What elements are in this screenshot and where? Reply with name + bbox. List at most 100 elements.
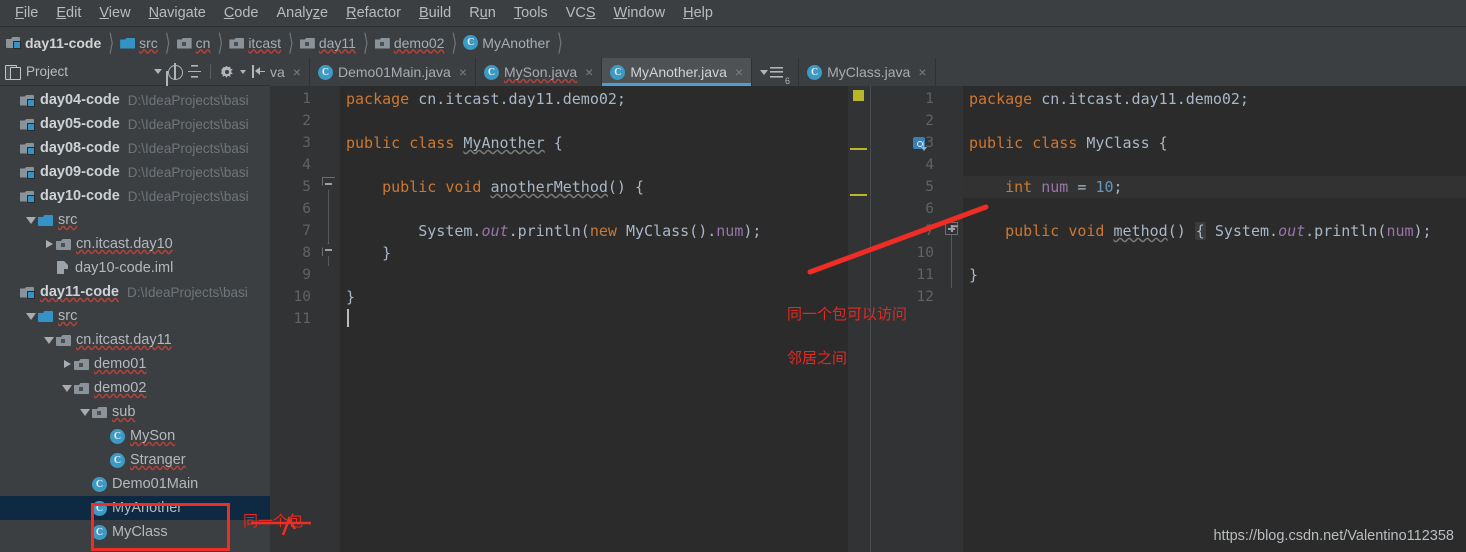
code-line[interactable]	[963, 286, 1466, 308]
tree-item--tranger[interactable]: Stranger	[0, 448, 270, 472]
folded-region[interactable]: {	[1194, 222, 1206, 240]
collapse-all-icon[interactable]	[187, 64, 202, 79]
locate-target-icon[interactable]	[167, 63, 183, 80]
menu-item-edit[interactable]: Edit	[47, 3, 90, 23]
tab-demo01main[interactable]: Demo01Main.java ×	[310, 58, 477, 86]
breadcrumb-item-day11-code[interactable]: day11-code	[6, 35, 101, 51]
editor-myanother[interactable]: 1 2 3 4 5 6 7 8 9 10 11 package cn.itcast.day11.de…	[270, 86, 870, 552]
breadcrumb-item-myanother[interactable]: MyAnother	[463, 35, 550, 51]
breadcrumb-item-src[interactable]: src	[120, 35, 158, 51]
code-line[interactable]: }	[340, 286, 848, 308]
code-line[interactable]	[963, 198, 1466, 220]
tab-overflow-button[interactable]: 6	[752, 58, 800, 86]
tab-myclass[interactable]: MyClass.java ×	[799, 58, 936, 86]
menu-item-navigate[interactable]: Navigate	[140, 3, 215, 23]
close-icon[interactable]: ×	[293, 64, 301, 80]
code-line[interactable]: public class MyClass {	[963, 132, 1466, 154]
tree-expand-arrow-icon[interactable]	[42, 237, 56, 251]
fold-collapse-end-icon[interactable]	[322, 243, 335, 256]
breadcrumb-item-day11[interactable]: day11	[300, 35, 356, 51]
code-line[interactable]: public class MyAnother {	[340, 132, 848, 154]
code-line[interactable]: System.out.println(new MyClass().num);	[340, 220, 848, 242]
tree-item-demo01[interactable]: demo01	[0, 352, 270, 376]
tree-expand-arrow-icon[interactable]	[60, 381, 74, 395]
tree-item--rc[interactable]: src	[0, 304, 270, 328]
menu-item-vcs[interactable]: VCS	[557, 3, 605, 23]
code-line[interactable]: public void method() { System.out.printl…	[963, 220, 1466, 242]
close-icon[interactable]: ×	[459, 64, 467, 80]
tree-item-demo02[interactable]: demo02	[0, 376, 270, 400]
tree-item-cn-itca-t-day10[interactable]: cn.itcast.day10	[0, 232, 270, 256]
settings-gear-icon[interactable]	[219, 64, 234, 79]
breadcrumb-item-demo02[interactable]: demo02	[375, 35, 444, 51]
tree-expand-arrow-icon[interactable]	[60, 357, 74, 371]
code-line[interactable]	[963, 242, 1466, 264]
menu-item-window[interactable]: Window	[605, 3, 675, 23]
code-line[interactable]	[340, 198, 848, 220]
code-area-right[interactable]: package cn.itcast.day11.demo02; public c…	[963, 86, 1466, 552]
tree-item-day10-code[interactable]: day10-code D:\IdeaProjects\basi	[0, 184, 270, 208]
code-line[interactable]	[963, 110, 1466, 132]
code-line[interactable]: package cn.itcast.day11.demo02;	[340, 88, 848, 110]
tree-item-myanother[interactable]: MyAnother	[0, 496, 270, 520]
tree-item-mycla--[interactable]: MyClass	[0, 520, 270, 544]
breadcrumb-item-itcast[interactable]: itcast	[229, 35, 281, 51]
code-line[interactable]: package cn.itcast.day11.demo02;	[963, 88, 1466, 110]
code-line[interactable]	[340, 308, 848, 330]
tree-item-demo01main[interactable]: Demo01Main	[0, 472, 270, 496]
code-line[interactable]: }	[963, 264, 1466, 286]
menu-item-help[interactable]: Help	[674, 3, 722, 23]
tree-item--rc[interactable]: src	[0, 208, 270, 232]
project-tree[interactable]: day04-code D:\IdeaProjects\basi day05-code…	[0, 86, 270, 552]
menu-item-refactor[interactable]: Refactor	[337, 3, 410, 23]
gear-chevron-icon[interactable]	[240, 69, 246, 74]
fold-expand-icon[interactable]	[945, 222, 958, 235]
menu-item-tools[interactable]: Tools	[505, 3, 557, 23]
fold-column-right[interactable]	[941, 86, 963, 552]
code-line[interactable]	[340, 264, 848, 286]
code-line[interactable]	[340, 110, 848, 132]
hide-panel-icon[interactable]	[251, 64, 266, 79]
menu-item-code[interactable]: Code	[215, 3, 268, 23]
tree-item-day11-code[interactable]: day11-code D:\IdeaProjects\basi	[0, 280, 270, 304]
fold-collapse-icon[interactable]	[322, 177, 335, 190]
menu-item-file[interactable]: File	[6, 3, 47, 23]
tab-myson[interactable]: MySon.java ×	[476, 58, 603, 86]
tree-item-cn-itca-t-day11[interactable]: cn.itcast.day11	[0, 328, 270, 352]
tree-item--ub[interactable]: sub	[0, 400, 270, 424]
overridden-member-icon[interactable]	[913, 137, 929, 151]
chevron-down-icon[interactable]	[154, 69, 162, 74]
code-line[interactable]: int num = 10;	[963, 176, 1466, 198]
tree-expand-arrow-icon[interactable]	[24, 213, 38, 227]
breadcrumb-item-cn[interactable]: cn	[177, 35, 210, 51]
code-line[interactable]: public void anotherMethod() {	[340, 176, 848, 198]
tree-expand-arrow-icon[interactable]	[24, 309, 38, 323]
code-line[interactable]	[963, 154, 1466, 176]
tree-item-day10-code-iml[interactable]: day10-code.iml	[0, 256, 270, 280]
code-line[interactable]	[340, 154, 848, 176]
close-icon[interactable]: ×	[918, 64, 926, 80]
close-icon[interactable]: ×	[735, 64, 743, 80]
tree-item-my-on[interactable]: MySon	[0, 424, 270, 448]
tree-item-day09-code[interactable]: day09-code D:\IdeaProjects\basi	[0, 160, 270, 184]
tree-item-day04-code[interactable]: day04-code D:\IdeaProjects\basi	[0, 88, 270, 112]
menu-item-analyze[interactable]: Analyze	[268, 3, 338, 23]
warning-marker-icon[interactable]	[853, 90, 864, 101]
close-icon[interactable]: ×	[585, 64, 593, 80]
tree-item-day08-code[interactable]: day08-code D:\IdeaProjects\basi	[0, 136, 270, 160]
tab-clipped[interactable]: va ×	[270, 58, 310, 86]
menu-item-build[interactable]: Build	[410, 3, 460, 23]
tree-expand-arrow-icon[interactable]	[78, 405, 92, 419]
tree-item-day05-code[interactable]: day05-code D:\IdeaProjects\basi	[0, 112, 270, 136]
tab-myanother[interactable]: MyAnother.java ×	[602, 58, 753, 86]
editor-myclass[interactable]: 1 2 3 4 5 6 7 10 11 12 package cn.itcast.day11.de…	[870, 86, 1466, 552]
menu-item-view[interactable]: View	[90, 3, 139, 23]
code-area-left[interactable]: package cn.itcast.day11.demo02; public c…	[340, 86, 848, 552]
marker-bar-left[interactable]	[848, 86, 870, 552]
warning-stripe-icon[interactable]	[850, 194, 867, 196]
code-line[interactable]: }	[340, 242, 848, 264]
tree-expand-arrow-icon[interactable]	[42, 333, 56, 347]
warning-stripe-icon[interactable]	[850, 148, 867, 150]
menu-item-run[interactable]: Run	[460, 3, 505, 23]
fold-column-left[interactable]	[318, 86, 340, 552]
